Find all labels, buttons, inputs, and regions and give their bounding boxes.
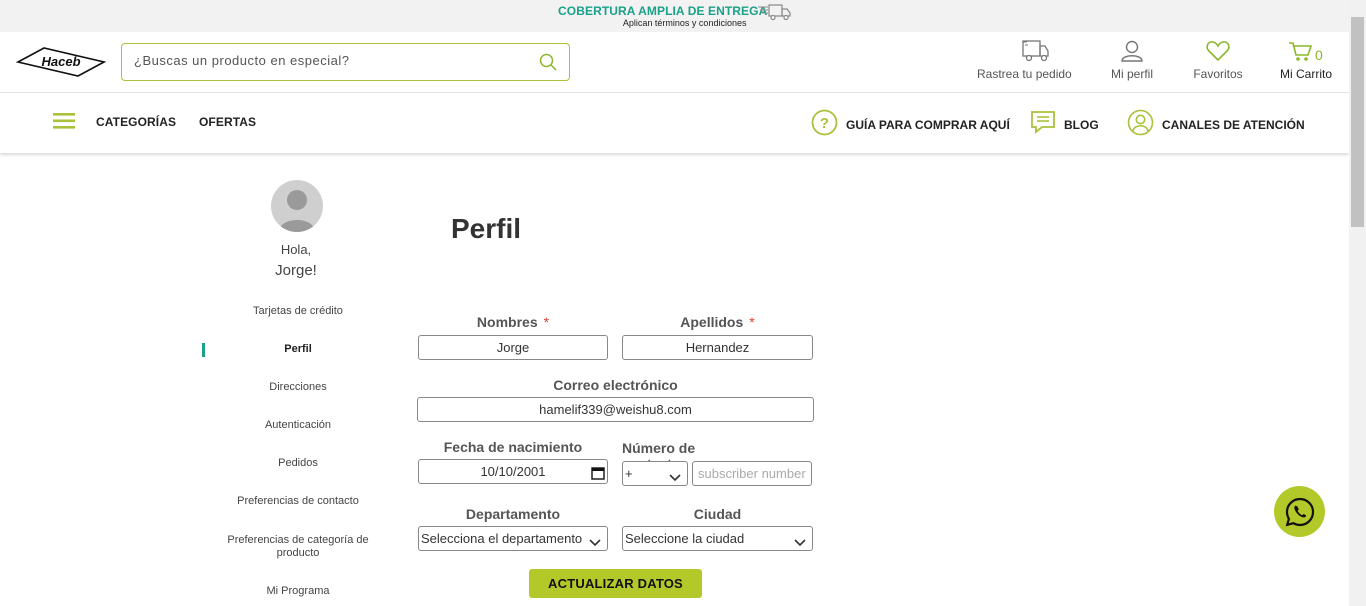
- chevron-down-icon: [794, 532, 806, 555]
- greeting: Hola,: [280, 242, 312, 257]
- nav-offers[interactable]: OFERTAS: [199, 115, 256, 129]
- nav-blog-label: BLOG: [1064, 117, 1099, 132]
- page-title: Perfil: [451, 213, 522, 244]
- search-input[interactable]: [134, 53, 524, 68]
- cart-link[interactable]: 0 Mi Carrito: [1279, 40, 1333, 81]
- main-nav: CATEGORÍAS OFERTAS ? GUÍA PARA COMPRAR A…: [0, 93, 1349, 153]
- track-order-label: Rastrea tu pedido: [977, 67, 1072, 81]
- favorites-link[interactable]: Favoritos: [1192, 40, 1244, 81]
- help-circle-icon: ?: [811, 109, 838, 141]
- required-mark: *: [543, 314, 550, 330]
- nav-channels-label: CANALES DE ATENCIÓN: [1162, 118, 1305, 132]
- my-profile-label: Mi perfil: [1110, 67, 1153, 81]
- hamburger-menu-icon[interactable]: [53, 111, 75, 136]
- cart-label: Mi Carrito: [1279, 67, 1332, 81]
- sidebar-item-credit-cards[interactable]: Tarjetas de crédito: [218, 305, 378, 318]
- user-circle-icon: [1127, 109, 1154, 141]
- first-name-label: Nombres *: [476, 314, 550, 330]
- nav-guide-label: GUÍA PARA COMPRAR AQUÍ: [846, 118, 1010, 132]
- favorites-label: Favoritos: [1193, 67, 1243, 81]
- last-name-label: Apellidos *: [680, 314, 755, 330]
- update-data-button[interactable]: ACTUALIZAR DATOS: [529, 569, 702, 598]
- birthdate-field[interactable]: 10/10/2001: [418, 459, 608, 484]
- city-label: Ciudad: [693, 506, 742, 522]
- phone-prefix-select[interactable]: +: [622, 461, 688, 486]
- haceb-logo[interactable]: Haceb: [15, 46, 107, 83]
- avatar: [271, 180, 323, 232]
- birthdate-value: 10/10/2001: [480, 464, 546, 479]
- promo-banner[interactable]: COBERTURA AMPLIA DE ENTREGA Aplican térm…: [558, 4, 767, 28]
- nav-channels[interactable]: CANALES DE ATENCIÓN: [1127, 109, 1305, 141]
- search-box[interactable]: [121, 43, 570, 81]
- promo-title: COBERTURA AMPLIA DE ENTREGA: [558, 4, 768, 18]
- search-icon[interactable]: [539, 53, 557, 76]
- calendar-icon[interactable]: [591, 464, 605, 487]
- first-name-field[interactable]: Jorge: [418, 335, 608, 360]
- department-select[interactable]: Selecciona el departamento: [418, 526, 608, 551]
- logo-text: Haceb: [41, 54, 80, 69]
- svg-text:?: ?: [820, 115, 829, 132]
- email-label: Correo electrónico: [553, 377, 678, 393]
- cart-count: 0: [1315, 47, 1323, 63]
- sidebar-item-profile[interactable]: Perfil: [218, 343, 378, 356]
- department-label: Departamento: [465, 506, 561, 522]
- truck-icon: [999, 40, 1050, 65]
- heart-icon: [1192, 41, 1244, 65]
- chat-bubble-icon: [1030, 109, 1056, 140]
- phone-prefix-value: +: [625, 466, 633, 481]
- chevron-down-icon: [669, 467, 681, 490]
- promo-subtitle: Aplican términos y condiciones: [622, 18, 747, 28]
- my-profile-link[interactable]: Mi perfil: [1108, 40, 1156, 81]
- user-icon: [1108, 40, 1156, 65]
- sidebar-item-category-preferences[interactable]: Preferencias de categoría de producto: [218, 534, 378, 560]
- sidebar-item-authentication[interactable]: Autenticación: [218, 419, 378, 432]
- email-field[interactable]: hamelif339@weishu8.com: [417, 397, 814, 422]
- department-value: Selecciona el departamento: [421, 531, 583, 546]
- nav-blog[interactable]: BLOG: [1030, 109, 1099, 140]
- phone-number-field[interactable]: subscriber number: [692, 461, 812, 486]
- sidebar-item-contact-preferences[interactable]: Preferencias de contacto: [218, 495, 378, 508]
- city-select[interactable]: Seleccione la ciudad: [622, 526, 813, 551]
- last-name-field[interactable]: Hernandez: [622, 335, 813, 360]
- chevron-down-icon: [589, 532, 601, 555]
- user-name: Jorge!: [275, 262, 317, 279]
- avatar-user-icon: [279, 190, 315, 232]
- track-order-link[interactable]: Rastrea tu pedido: [977, 40, 1072, 81]
- delivery-truck-icon: [758, 3, 792, 26]
- nav-guide[interactable]: ? GUÍA PARA COMPRAR AQUÍ: [811, 109, 1010, 141]
- nav-categories[interactable]: CATEGORÍAS: [96, 115, 176, 129]
- scrollbar-thumb[interactable]: [1351, 17, 1364, 227]
- birthdate-label: Fecha de nacimiento: [443, 439, 583, 455]
- sidebar-item-orders[interactable]: Pedidos: [218, 457, 378, 470]
- city-value: Seleccione la ciudad: [625, 531, 745, 546]
- promo-bar: COBERTURA AMPLIA DE ENTREGA Aplican térm…: [0, 0, 1349, 32]
- sidebar-item-my-program[interactable]: Mi Programa: [218, 585, 378, 598]
- active-indicator: [202, 343, 205, 357]
- required-mark: *: [749, 314, 755, 330]
- site-header: Haceb Rastrea tu pedido: [0, 32, 1349, 93]
- page-scrollbar[interactable]: [1349, 0, 1366, 606]
- cart-icon: [1279, 42, 1333, 65]
- whatsapp-icon: [1285, 497, 1315, 527]
- whatsapp-button[interactable]: [1274, 486, 1325, 537]
- sidebar-item-addresses[interactable]: Direcciones: [218, 381, 378, 394]
